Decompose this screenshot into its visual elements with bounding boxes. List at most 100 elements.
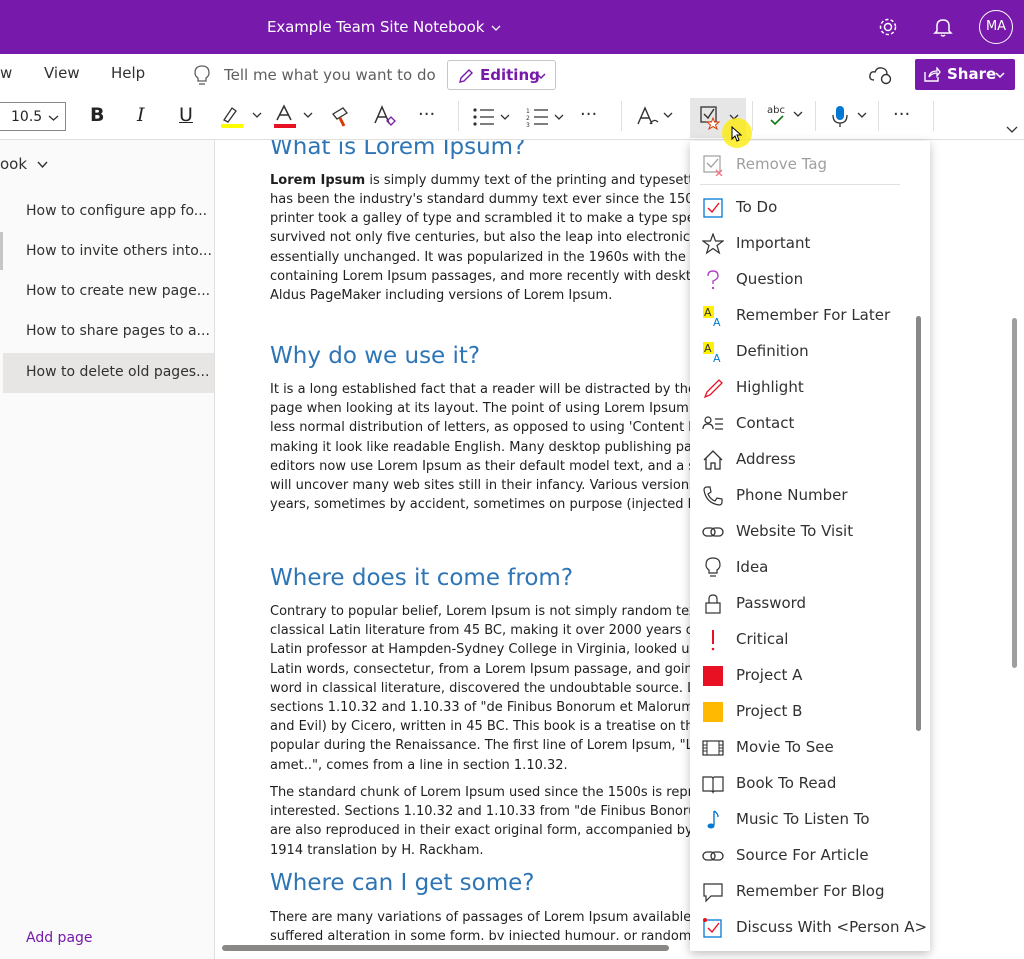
menu-scrollbar[interactable] — [916, 316, 921, 731]
menu-item-label: Critical — [736, 630, 789, 648]
menu-item-discuss-with-person-a[interactable]: Discuss With <Person A> — [690, 911, 927, 945]
page-item[interactable]: How to create new page... — [3, 272, 214, 312]
menu-item-help[interactable]: Help — [111, 64, 145, 82]
share-button[interactable]: Share — [915, 59, 1015, 90]
format-painter-icon[interactable] — [330, 106, 352, 128]
microphone-icon[interactable] — [830, 104, 872, 130]
page-item[interactable]: How to invite others into... — [3, 232, 214, 272]
italic-button[interactable]: I — [137, 104, 145, 126]
bullet-list-icon[interactable] — [472, 106, 514, 128]
menu-item-label: To Do — [736, 198, 778, 216]
bold-button[interactable]: B — [90, 104, 104, 126]
svg-text:A: A — [704, 306, 712, 319]
menu-item-project-b[interactable]: Project B — [690, 695, 920, 729]
menu-item-definition[interactable]: AA Definition — [690, 335, 920, 369]
notebook-title: Example Team Site Notebook — [267, 18, 485, 36]
menu-item-book-to-read[interactable]: Book To Read — [690, 767, 920, 801]
more-options-button[interactable]: ··· — [418, 104, 435, 125]
chevron-down-icon — [37, 161, 48, 169]
menu-item-label: Website To Visit — [736, 522, 854, 540]
spelling-icon[interactable]: abc — [766, 103, 808, 129]
menu-item-critical[interactable]: Critical — [690, 623, 920, 657]
menu-item-label: Definition — [736, 342, 809, 360]
menu-item-important[interactable]: Important — [690, 227, 920, 261]
question-icon — [707, 270, 719, 290]
paragraph: It is a long established fact that a rea… — [270, 382, 690, 513]
speech-bubble-icon — [703, 883, 723, 903]
menu-item-website-to-visit[interactable]: Website To Visit — [690, 515, 920, 549]
tell-me-search[interactable]: Tell me what you want to do — [224, 66, 436, 84]
definition-icon: AA — [703, 342, 721, 363]
highlight-color-icon[interactable] — [220, 104, 262, 130]
numbered-list-icon[interactable]: 1 2 3 — [526, 106, 568, 128]
share-icon — [924, 67, 941, 82]
svg-text:A: A — [713, 316, 721, 327]
menu-item-partial[interactable]: w — [0, 64, 12, 82]
vertical-scrollbar[interactable] — [1012, 318, 1017, 668]
svg-text:1: 1 — [526, 108, 530, 115]
menu-item-label: Important — [736, 234, 811, 252]
gear-icon[interactable] — [877, 16, 899, 38]
page-item[interactable]: How to share pages to a... — [3, 312, 214, 352]
page-content[interactable]: What is Lorem Ipsum? Lorem Ipsum is simp… — [270, 140, 690, 940]
editing-mode-button[interactable]: Editing — [447, 60, 556, 90]
menu-item-label: Contact — [736, 414, 795, 432]
menu-item-highlight[interactable]: Highlight — [690, 371, 920, 405]
underline-button[interactable]: U — [179, 104, 193, 126]
toolbar-divider — [752, 101, 753, 131]
menu-item-phone-number[interactable]: Phone Number — [690, 479, 920, 513]
chevron-down-icon — [536, 73, 546, 80]
menu-item-to-do[interactable]: To Do — [690, 191, 920, 225]
toolbar-divider — [933, 101, 934, 131]
menu-item-remember-for-later[interactable]: AA Remember For Later — [690, 299, 920, 333]
section-dropdown[interactable]: ook — [0, 155, 48, 173]
lock-icon — [705, 594, 721, 614]
lightbulb-icon — [705, 557, 721, 577]
menu-item-view[interactable]: View — [44, 64, 80, 82]
heading: What is Lorem Ipsum? — [270, 140, 526, 160]
page-item-selected[interactable]: How to delete old pages... — [3, 353, 214, 393]
menu-item-password[interactable]: Password — [690, 587, 920, 621]
editing-label: Editing — [480, 66, 540, 84]
lightbulb-icon — [194, 65, 210, 85]
toolbar-divider — [815, 101, 816, 131]
menu-item-contact[interactable]: Contact — [690, 407, 920, 441]
menu-item-remember-for-blog[interactable]: Remember For Blog — [690, 875, 920, 909]
horizontal-scrollbar[interactable] — [222, 945, 669, 951]
clear-formatting-icon[interactable] — [373, 105, 397, 127]
chevron-down-icon — [995, 72, 1005, 79]
notebook-title-dropdown[interactable]: Example Team Site Notebook — [267, 18, 501, 36]
menu-item-movie-to-see[interactable]: Movie To See — [690, 731, 920, 765]
cloud-sync-icon[interactable] — [868, 64, 894, 86]
heading: Why do we use it? — [270, 343, 481, 369]
menu-item-label: Project B — [736, 702, 803, 720]
menu-item-label: Remember For Later — [736, 306, 891, 324]
heading: Where does it come from? — [270, 565, 574, 591]
font-color-icon[interactable] — [273, 104, 315, 130]
menu-item-label: Source For Article — [736, 846, 869, 864]
font-size-dropdown[interactable]: 10.5 — [0, 102, 66, 131]
toolbar-divider — [878, 101, 879, 131]
bold-term: Lorem Ipsum — [270, 173, 366, 188]
add-page-button[interactable]: Add page — [26, 930, 93, 946]
menu-item-music-to-listen-to[interactable]: Music To Listen To — [690, 803, 920, 837]
page-item-label: How to create new page... — [26, 283, 211, 299]
menu-item-project-a[interactable]: Project A — [690, 659, 920, 693]
chevron-down-icon[interactable] — [1006, 126, 1018, 134]
avatar[interactable]: MA — [979, 10, 1013, 44]
toolbar-divider — [621, 101, 622, 131]
more-options-button[interactable]: ··· — [893, 104, 910, 125]
menu-item-question[interactable]: Question — [690, 263, 920, 297]
paragraph-text: is simply dummy text of the printing and… — [365, 173, 690, 188]
svg-text:2: 2 — [526, 115, 530, 122]
page-item-label: How to share pages to a... — [26, 323, 210, 339]
menu-item-source-for-article[interactable]: Source For Article — [690, 839, 920, 873]
menu-item-idea[interactable]: Idea — [690, 551, 920, 585]
styles-icon[interactable] — [636, 104, 678, 130]
bell-icon[interactable] — [932, 16, 954, 38]
page-item[interactable]: How to configure app fo... — [3, 192, 214, 232]
menu-item-address[interactable]: Address — [690, 443, 920, 477]
contact-icon — [702, 416, 723, 430]
menu-item-label: Password — [736, 594, 807, 612]
more-options-button[interactable]: ··· — [580, 104, 597, 125]
